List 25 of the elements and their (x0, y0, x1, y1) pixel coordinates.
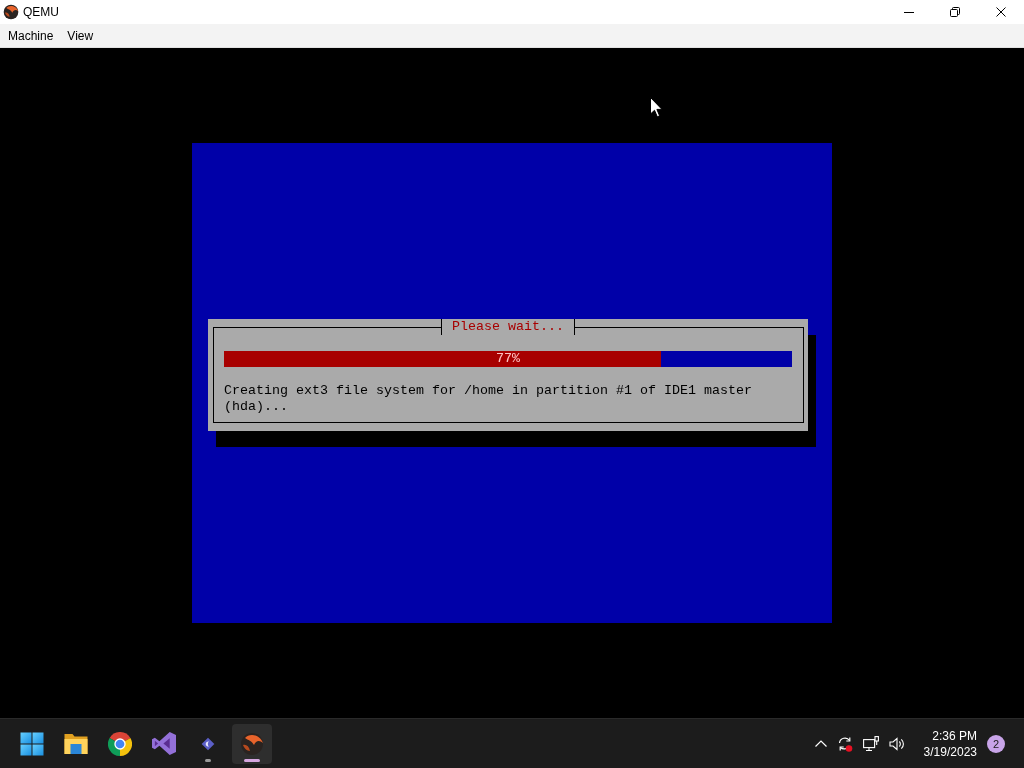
sync-icon[interactable] (836, 735, 853, 752)
clock-date: 3/19/2023 (923, 743, 977, 760)
segmented-circle-icon (108, 731, 132, 756)
orb-icon (240, 731, 264, 756)
menu-item[interactable]: View (61, 25, 100, 46)
diamond-icon (201, 736, 215, 751)
restore-icon (950, 7, 960, 17)
four-tiles-icon (20, 731, 44, 756)
status-message: Creating ext3 file system for /home in partition #1 of IDE1 master (hda)... (224, 383, 753, 415)
ribbon-icon (152, 732, 176, 755)
clock-time: 2:36 PM (932, 727, 977, 744)
mouse-pointer-icon (650, 97, 663, 118)
window-title: QEMU (23, 5, 59, 19)
chevron-up-icon[interactable] (814, 740, 827, 747)
menu-item[interactable]: Machine (2, 25, 60, 46)
minimize-icon (904, 11, 914, 13)
notification-badge[interactable]: 2 (987, 734, 1005, 753)
orb-icon (3, 4, 19, 20)
monitor-icon[interactable] (862, 735, 879, 752)
progress-reading: 77% (496, 351, 520, 367)
close-icon (996, 7, 1006, 17)
folder-icon (64, 732, 88, 755)
taskbar-button[interactable] (232, 723, 272, 764)
volume-icon[interactable] (888, 735, 905, 752)
dialog-title: Please wait... (441, 319, 575, 335)
